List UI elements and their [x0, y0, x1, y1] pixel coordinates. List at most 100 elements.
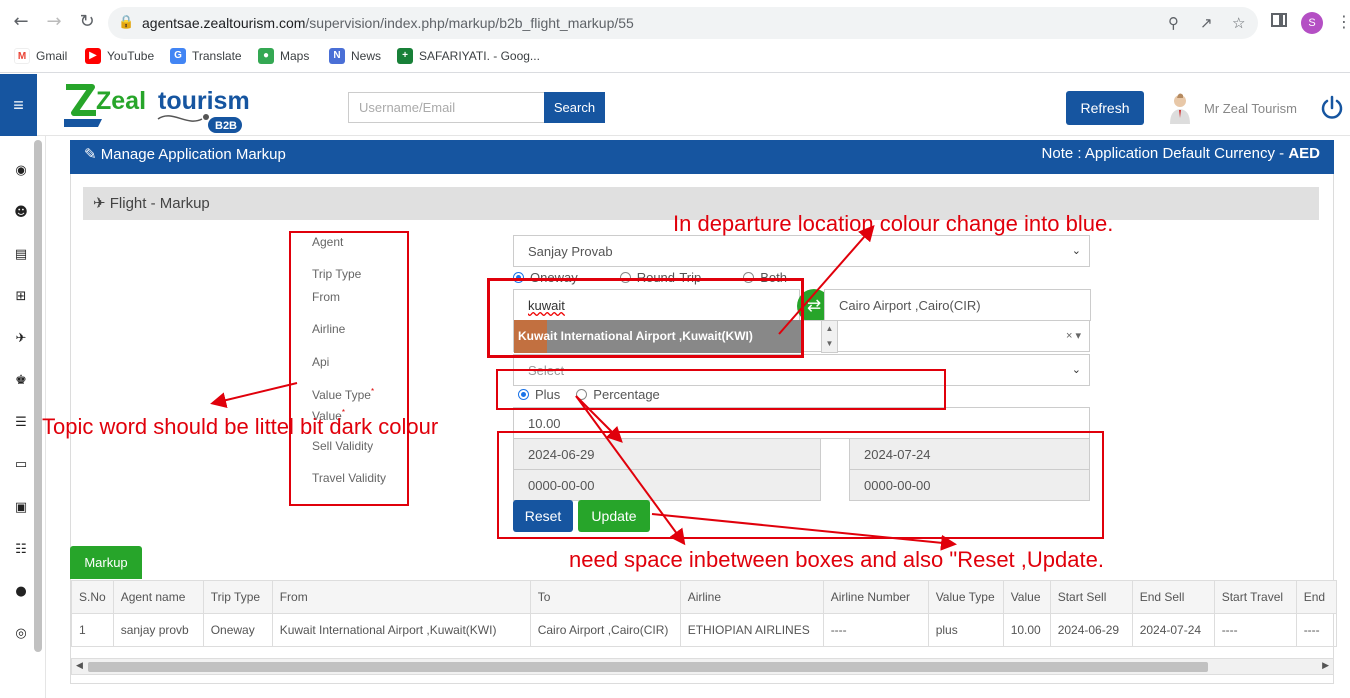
bookmark-youtube[interactable]: ▶ YouTube — [85, 48, 154, 64]
cell-value: 10.00 — [1002, 613, 1051, 647]
bookmark-gmail[interactable]: M Gmail — [14, 48, 67, 64]
maps-icon: ● — [258, 48, 274, 64]
logout-power-icon[interactable] — [1319, 95, 1345, 121]
lock-icon: 🔒 — [118, 15, 135, 30]
cell-start-travel: ---- — [1213, 613, 1297, 647]
refresh-button[interactable]: Refresh — [1066, 91, 1144, 125]
search-button[interactable]: Search — [544, 92, 605, 123]
col-sno: S.No — [71, 580, 114, 614]
address-bar[interactable]: 🔒 agentsae.zealtourism.com/supervision/i… — [108, 7, 1258, 39]
col-end-sell: End Sell — [1131, 580, 1215, 614]
sidebar-scrollbar[interactable] — [34, 140, 42, 652]
bookmark-news[interactable]: N News — [329, 48, 381, 64]
clear-caret-icon: × ▾ — [1065, 330, 1081, 342]
sheets-icon: + — [397, 48, 413, 64]
cell-agent-name: sanjay provb — [112, 613, 204, 647]
annotation-topic-note: Topic word should be littel bit dark col… — [42, 414, 439, 439]
logo-tag: B2B — [215, 120, 237, 132]
plane-icon[interactable]: ✈ — [13, 331, 29, 347]
logo-brand-2: tourism — [158, 87, 250, 115]
scrollbar-thumb[interactable] — [88, 662, 1208, 672]
col-airline-number: Airline Number — [822, 580, 929, 614]
side-panel-icon[interactable] — [1271, 13, 1287, 27]
logo-domain: .com — [102, 115, 130, 130]
cell-from: Kuwait International Airport ,Kuwait(KWI… — [271, 613, 531, 647]
table-horizontal-scrollbar[interactable]: ◀ ▶ — [71, 658, 1334, 675]
to-input[interactable]: Cairo Airport ,Cairo(CIR) — [824, 289, 1091, 321]
user-avatar[interactable] — [1168, 92, 1192, 124]
user-icon[interactable]: ☻ — [13, 205, 29, 221]
cell-end-sell: 2024-07-24 — [1131, 613, 1215, 647]
translate-icon: G — [170, 48, 186, 64]
currency-note: Note : Application Default Currency - AE… — [1041, 145, 1320, 162]
panel-title: ✎ Manage Application Markup — [84, 145, 286, 163]
trophy-icon[interactable]: ♚ — [13, 373, 29, 389]
col-to: To — [529, 580, 681, 614]
back-icon[interactable]: ← — [10, 11, 32, 33]
share-icon[interactable]: ↗ — [1200, 14, 1213, 32]
col-end: End — [1295, 580, 1337, 614]
cell-to: Cairo Airport ,Cairo(CIR) — [529, 613, 681, 647]
panel-header: ✎ Manage Application Markup Note : Appli… — [70, 140, 1334, 174]
zeal-tourism-logo[interactable]: Zeal tourism .com B2B — [62, 79, 252, 137]
col-from: From — [271, 580, 531, 614]
menu-toggle-icon[interactable]: ≡ — [0, 74, 37, 136]
cell-sno: 1 — [71, 613, 114, 647]
chevron-down-icon: ⌄ — [1071, 245, 1081, 257]
plane-icon: ✈ — [93, 194, 106, 212]
url-text: agentsae.zealtourism.com/supervision/ind… — [142, 15, 634, 31]
cell-trip-type: Oneway — [202, 613, 273, 647]
col-start-travel: Start Travel — [1213, 580, 1297, 614]
autocomplete-scrollbar[interactable]: ▲ ▼ — [821, 320, 838, 353]
plus-square-icon[interactable]: ⊞ — [13, 289, 29, 305]
profile-avatar[interactable]: S — [1301, 12, 1323, 34]
globe-icon[interactable]: ◎ — [13, 626, 29, 642]
annotation-box-dates — [497, 431, 1104, 539]
chat-icon[interactable]: ● — [13, 584, 29, 600]
scroll-right-icon[interactable]: ▶ — [1322, 660, 1329, 671]
tab-markup[interactable]: Markup — [70, 546, 142, 579]
cell-value-type: plus — [927, 613, 1004, 647]
col-trip-type: Trip Type — [202, 580, 273, 614]
edit-icon: ✎ — [84, 145, 97, 163]
table-row: 1 sanjay provb Oneway Kuwait Internation… — [71, 613, 1337, 647]
annotation-departure-note: In departure location colour change into… — [673, 211, 1114, 236]
bookmarks-bar: M Gmail ▶ YouTube G Translate ● Maps N N… — [0, 44, 1350, 73]
document-icon[interactable]: ▤ — [13, 247, 29, 263]
search-input[interactable]: Username/Email — [348, 92, 544, 123]
bookmark-maps[interactable]: ● Maps — [258, 48, 309, 64]
dashboard-icon[interactable]: ◉ — [13, 163, 29, 179]
list-icon[interactable]: ☰ — [13, 415, 29, 431]
reload-icon[interactable]: ↻ — [76, 11, 98, 33]
col-value: Value — [1002, 580, 1051, 614]
user-name[interactable]: Mr Zeal Tourism — [1204, 101, 1297, 116]
image-icon[interactable]: ▣ — [13, 500, 29, 516]
youtube-icon: ▶ — [85, 48, 101, 64]
bookmark-translate[interactable]: G Translate — [170, 48, 242, 64]
bookmark-safariyati[interactable]: + SAFARIYATI. - Goog... — [397, 48, 540, 64]
col-airline: Airline — [679, 580, 824, 614]
annotation-spacing-note: need space inbetween boxes and also "Res… — [569, 547, 1104, 572]
laptop-icon[interactable]: ▭ — [13, 457, 29, 473]
markup-table: S.No Agent name Trip Type From To Airlin… — [71, 580, 1337, 647]
forward-icon[interactable]: → — [43, 11, 65, 33]
cell-end: ---- — [1295, 613, 1337, 647]
more-menu-icon[interactable]: ⋮ — [1336, 12, 1350, 32]
table-header-row: S.No Agent name Trip Type From To Airlin… — [71, 580, 1337, 614]
annotation-box-labels — [289, 231, 409, 506]
logo-brand-1: Zeal — [96, 87, 146, 115]
annotation-box-value-type — [496, 369, 946, 410]
table-icon[interactable]: ☷ — [13, 542, 29, 558]
scroll-left-icon[interactable]: ◀ — [76, 660, 83, 671]
cell-airline-number: ---- — [822, 613, 929, 647]
col-start-sell: Start Sell — [1049, 580, 1133, 614]
col-value-type: Value Type — [927, 580, 1004, 614]
annotation-box-from — [487, 278, 804, 358]
cell-start-sell: 2024-06-29 — [1049, 613, 1133, 647]
news-icon: N — [329, 48, 345, 64]
cell-airline: ETHIOPIAN AIRLINES — [679, 613, 824, 647]
browser-toolbar: ← → ↻ 🔒 agentsae.zealtourism.com/supervi… — [0, 0, 1350, 44]
agent-select[interactable]: Sanjay Provab ⌄ — [513, 235, 1090, 267]
zoom-icon[interactable]: ⚲ — [1168, 14, 1179, 32]
star-icon[interactable]: ☆ — [1232, 14, 1245, 32]
